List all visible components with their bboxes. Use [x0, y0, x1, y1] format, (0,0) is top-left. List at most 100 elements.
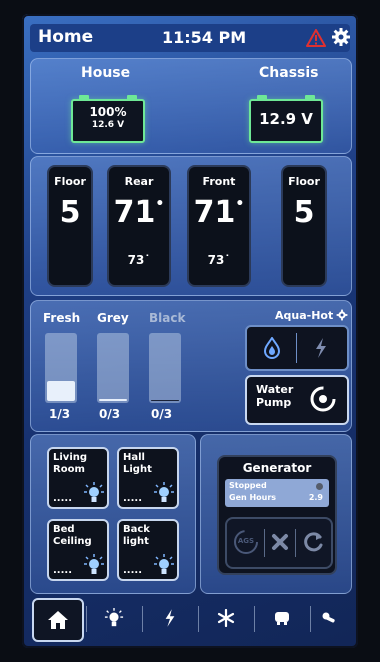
grey-tank-gauge: [97, 333, 129, 403]
light-bulb-icon: [104, 608, 124, 627]
setpoint-temperature: 73˙: [127, 253, 151, 267]
lightning-bolt-icon: [165, 609, 175, 627]
aquahot-settings-icon[interactable]: [336, 309, 348, 321]
status-indicator: [316, 483, 323, 490]
generator-controls: AGS: [225, 517, 333, 569]
temp-value: 71: [113, 195, 156, 230]
light-back[interactable]: Back light .....: [117, 519, 179, 581]
divider: [198, 606, 199, 632]
divider: [254, 606, 255, 632]
house-battery[interactable]: 100% 12.6 V: [71, 95, 145, 143]
aquahot-title: Aqua-Hot: [275, 309, 334, 322]
water-pump-label: Water Pump: [256, 383, 293, 409]
setpoint-value: 73: [207, 253, 225, 267]
bottom-nav: [30, 598, 350, 642]
current-temperature: 71•: [193, 195, 245, 230]
generator-title: Generator: [242, 461, 312, 475]
light-hall[interactable]: Hall Light .....: [117, 447, 179, 509]
generator-box: Generator Stopped Gen Hours 2.9 AGS: [217, 455, 337, 575]
light-label: Back light: [123, 524, 150, 548]
fresh-tank-fill: [47, 381, 75, 401]
nav-slides[interactable]: [258, 598, 306, 638]
dimmer-dots: .....: [53, 493, 72, 504]
chassis-battery-label: Chassis: [259, 65, 319, 81]
ags-button[interactable]: AGS: [233, 529, 259, 555]
house-battery-label: House: [81, 65, 131, 81]
light-label-line2: Room: [53, 464, 85, 475]
light-label: Bed Ceiling: [53, 524, 92, 548]
card-label: Floor: [54, 175, 86, 188]
light-label-line1: Bed: [53, 524, 75, 535]
chassis-battery[interactable]: 12.9 V: [249, 95, 323, 143]
start-restart-icon[interactable]: [303, 531, 325, 553]
light-living-room[interactable]: Living Room .....: [47, 447, 109, 509]
light-label-line1: Hall: [123, 452, 145, 463]
nav-tools[interactable]: [306, 598, 354, 638]
gear-icon[interactable]: [331, 27, 351, 47]
light-label: Living Room: [53, 452, 87, 476]
black-tank-label: Black: [149, 311, 186, 325]
divider: [264, 529, 265, 557]
fresh-tank-level: 1/3: [49, 407, 71, 421]
rear-thermostat-card[interactable]: Rear 71• 73˙: [107, 165, 171, 287]
divider: [86, 606, 87, 632]
pump-cycle-icon: [310, 386, 336, 412]
light-bulb-icon: [154, 554, 174, 574]
light-label-line2: light: [123, 536, 149, 547]
vehicle-icon: [275, 612, 289, 625]
generator-panel: Generator Stopped Gen Hours 2.9 AGS: [200, 434, 352, 594]
warning-icon[interactable]: [306, 29, 326, 47]
page-title: Home: [38, 27, 94, 47]
generator-status: Stopped Gen Hours 2.9: [225, 479, 329, 507]
divider: [142, 606, 143, 632]
grey-tank-level: 0/3: [99, 407, 121, 421]
light-bed-ceiling[interactable]: Bed Ceiling .....: [47, 519, 109, 581]
generator-hours-label: Gen Hours: [229, 493, 277, 502]
setpoint-value: 73: [127, 253, 145, 267]
water-pump-button[interactable]: Water Pump: [245, 375, 349, 425]
temp-value: 71: [193, 195, 236, 230]
black-tank-gauge: [149, 333, 181, 403]
nav-climate[interactable]: [202, 598, 250, 638]
pump-label-line1: Water: [256, 383, 294, 396]
electric-bolt-icon[interactable]: [313, 337, 329, 359]
screen: Home 11:54 PM House Chassis 100% 12.6 V …: [22, 14, 358, 648]
top-bar: Home 11:54 PM: [30, 24, 350, 52]
dimmer-dots: .....: [123, 565, 142, 576]
grey-tank-fill: [99, 399, 127, 401]
light-bulb-icon: [84, 554, 104, 574]
wrench-icon: [322, 612, 335, 623]
card-label: Front: [202, 175, 236, 188]
generator-hours-value: 2.9: [308, 493, 323, 502]
black-tank-fill: [151, 400, 179, 401]
current-temperature: 71•: [113, 195, 165, 230]
floor-heat-card-right[interactable]: Floor 5: [281, 165, 327, 287]
light-label-line1: Living: [53, 452, 88, 463]
light-label-line1: Back: [123, 524, 150, 535]
floor-heat-card-left[interactable]: Floor 5: [47, 165, 93, 287]
house-battery-percent: 100%: [89, 105, 127, 119]
pump-label-line2: Pump: [256, 396, 292, 409]
dimmer-dots: .....: [53, 565, 72, 576]
floor-level: 5: [293, 195, 315, 230]
dimmer-dots: .....: [123, 493, 142, 504]
light-label: Hall Light: [123, 452, 152, 476]
stop-x-icon[interactable]: [271, 533, 289, 551]
light-bulb-icon: [154, 482, 174, 502]
climate-panel: Floor 5 Rear 71• 73˙ Front 71• 73˙ Floor…: [30, 156, 352, 296]
fresh-tank-gauge: [45, 333, 77, 403]
diesel-flame-icon[interactable]: [263, 337, 281, 359]
light-label-line2: Light: [123, 464, 152, 475]
tanks-panel: Fresh Grey Black 1/3 0/3 0/3 Aqua-Hot Wa…: [30, 300, 352, 432]
card-label: Floor: [288, 175, 320, 188]
front-thermostat-card[interactable]: Front 71• 73˙: [187, 165, 251, 287]
aquahot-controls: [245, 325, 349, 371]
nav-power[interactable]: [146, 598, 194, 638]
light-bulb-icon: [84, 482, 104, 502]
divider: [296, 333, 297, 363]
nav-lights[interactable]: [90, 598, 138, 638]
nav-home[interactable]: [32, 598, 84, 642]
setpoint-temperature: 73˙: [207, 253, 231, 267]
battery-panel: House Chassis 100% 12.6 V 12.9 V: [30, 58, 352, 154]
lights-panel: Living Room ..... Hall Light ..... Bed Ceil…: [30, 434, 196, 594]
